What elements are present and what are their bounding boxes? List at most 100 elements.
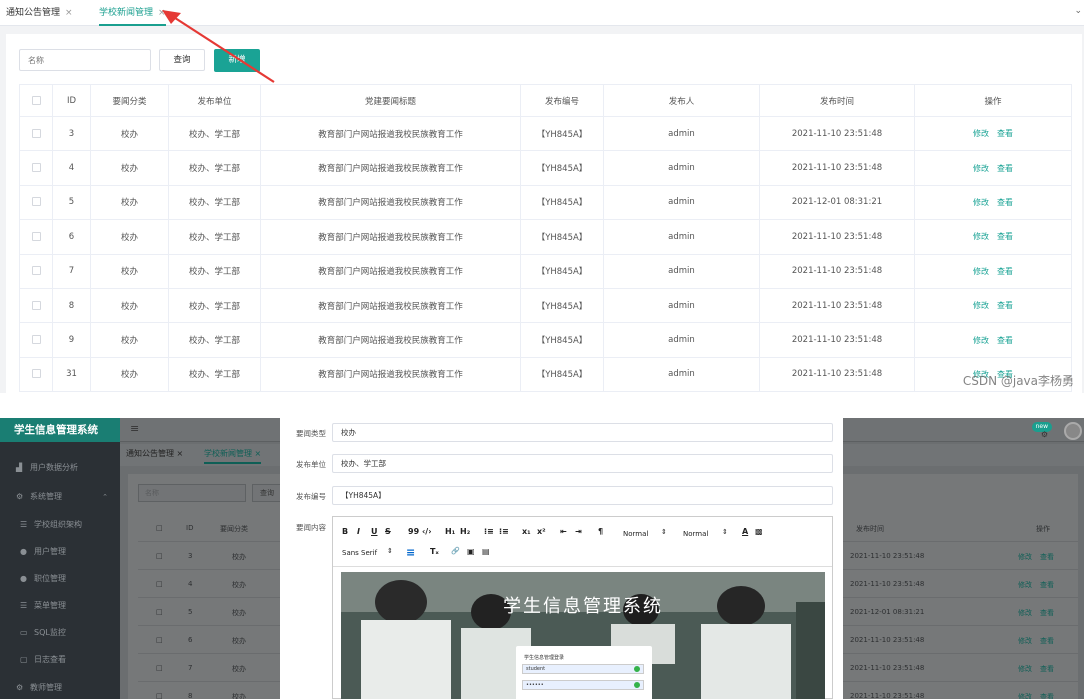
view-link[interactable]: 查看 [997,336,1013,345]
tab-notice-management[interactable]: 通知公告管理 × [126,448,183,459]
view-link[interactable]: 查看 [1040,664,1054,674]
edit-link[interactable]: 修改 [1018,580,1032,590]
title-cell: 教育部门户网站报道我校民族教育工作 [260,356,521,393]
view-link[interactable]: 查看 [1040,692,1054,699]
column-header: 要闻分类 [220,525,248,533]
sidebar-item-menus[interactable]: ☰ 菜单管理 [0,593,120,619]
edit-link[interactable]: 修改 [973,129,989,138]
view-link[interactable]: 查看 [1040,636,1054,646]
edit-link[interactable]: 修改 [973,336,989,345]
menu-icon[interactable]: ≡ [130,422,139,435]
clean-button[interactable]: Tₓ [430,547,439,556]
bold-button[interactable]: B [342,527,348,536]
row-checkbox[interactable] [31,128,41,138]
settings-icon[interactable]: ⚙ [1041,430,1048,439]
h2-button[interactable]: H₂ [460,527,470,536]
view-link[interactable]: 查看 [1040,580,1054,590]
sidebar-item-org[interactable]: ☰ 学校组织架构 [0,512,120,538]
row-checkbox[interactable] [31,163,41,173]
edit-link[interactable]: 修改 [1018,664,1032,674]
number-field[interactable]: 【YH845A】 [332,486,833,505]
edit-link[interactable]: 修改 [973,301,989,310]
view-link[interactable]: 查看 [997,232,1013,241]
row-checkbox[interactable] [31,335,41,345]
sidebar-item-teachers[interactable]: ⚙ 教师管理 [0,675,120,699]
tab-news-management[interactable]: 学校新闻管理 × [204,448,262,464]
sidebar-item-logs[interactable]: ▢ 日志查看 [0,647,120,673]
edit-link[interactable]: 修改 [973,232,989,241]
row-checkbox[interactable] [31,300,41,310]
row-checkbox[interactable] [31,369,41,379]
rtl-button[interactable]: ¶ [598,527,603,536]
checkbox[interactable]: □ [156,664,163,672]
view-link[interactable]: 查看 [997,129,1013,138]
view-link[interactable]: 查看 [997,164,1013,173]
search-input[interactable]: 名称 [138,484,246,502]
view-link[interactable]: 查看 [1040,608,1054,618]
checkbox-cell[interactable] [19,322,53,358]
checkbox-cell[interactable] [19,219,53,255]
italic-button[interactable]: I [357,527,360,536]
checkbox-cell[interactable] [19,253,53,289]
indent-button[interactable]: ⇥ [575,527,582,536]
edit-link[interactable]: 修改 [1018,636,1032,646]
checkbox-cell[interactable] [19,184,53,221]
checkbox-cell[interactable] [19,150,53,186]
link-button[interactable]: 🔗 [451,547,460,555]
unit-field[interactable]: 校办、学工部 [332,454,833,473]
bullet-list-button[interactable]: ⁝≡ [499,527,509,536]
edit-link[interactable]: 修改 [1018,608,1032,618]
row-checkbox[interactable] [31,231,41,241]
type-field[interactable]: 校办 [332,423,833,442]
query-button[interactable]: 查询 [252,484,282,502]
quote-button[interactable]: 99 [408,527,419,536]
row-checkbox[interactable] [31,197,41,207]
sidebar-item-user-analysis[interactable]: ▟ 用户数据分析 [0,455,120,481]
align-button[interactable]: ≡ [406,546,415,559]
edit-link[interactable]: 修改 [1018,692,1032,699]
checkbox[interactable]: □ [156,608,163,616]
sidebar-item-users[interactable]: ● 用户管理 [0,539,120,565]
strike-button[interactable]: S [385,527,391,536]
sidebar-item-system[interactable]: ⚙ 系统管理 ⌃ [0,484,120,510]
view-link[interactable]: 查看 [997,267,1013,276]
checkbox[interactable]: □ [156,552,163,560]
row-checkbox[interactable] [31,266,41,276]
edit-link[interactable]: 修改 [973,198,989,207]
view-link[interactable]: 查看 [997,301,1013,310]
checkbox[interactable]: □ [156,580,163,588]
checkbox-cell[interactable] [19,287,53,324]
add-news-dialog-screen: 学生信息管理系统 ▟ 用户数据分析 ⚙ 系统管理 ⌃ ☰ 学校组织架构 ● 用户管理 ● 职… [0,418,1084,699]
subscript-button[interactable]: x₁ [522,527,531,536]
header-select[interactable]: Normal [683,530,708,538]
edit-link[interactable]: 修改 [1018,552,1032,562]
chevron-down-icon[interactable]: ⌄ [1074,6,1082,16]
checkbox[interactable]: □ [156,692,163,699]
image-button[interactable]: ▣ [467,547,475,556]
rich-text-editor[interactable]: B I U S 99 ‹/› H₁ H₂ ⁝≡ ⁝≡ x₁ x² ⇤ ⇥ ¶ N… [332,516,833,699]
checkbox-cell[interactable] [19,356,53,393]
superscript-button[interactable]: x² [537,527,546,536]
checkbox[interactable]: □ [156,636,163,644]
text-color-button[interactable]: A [742,527,748,536]
size-select[interactable]: Normal [623,530,648,538]
ordered-list-button[interactable]: ⁝≡ [484,527,494,536]
avatar[interactable] [1064,422,1082,440]
username-value: student [526,666,546,672]
edit-link[interactable]: 修改 [973,267,989,276]
view-link[interactable]: 查看 [1040,552,1054,562]
unit-cell: 校办、学工部 [168,115,261,152]
h1-button[interactable]: H₁ [445,527,455,536]
sidebar-item-sql-monitor[interactable]: ▭ SQL监控 [0,620,120,646]
font-select[interactable]: Sans Serif [342,549,377,557]
view-link[interactable]: 查看 [997,198,1013,207]
underline-button[interactable]: U [371,527,378,536]
sidebar-item-positions[interactable]: ● 职位管理 [0,566,120,592]
video-button[interactable]: ▤ [482,547,490,556]
checkbox-cell[interactable] [19,115,53,152]
checkbox[interactable]: □ [156,524,163,532]
code-button[interactable]: ‹/› [422,527,432,536]
edit-link[interactable]: 修改 [973,164,989,173]
background-color-button[interactable]: ▩ [755,527,763,536]
outdent-button[interactable]: ⇤ [560,527,567,536]
